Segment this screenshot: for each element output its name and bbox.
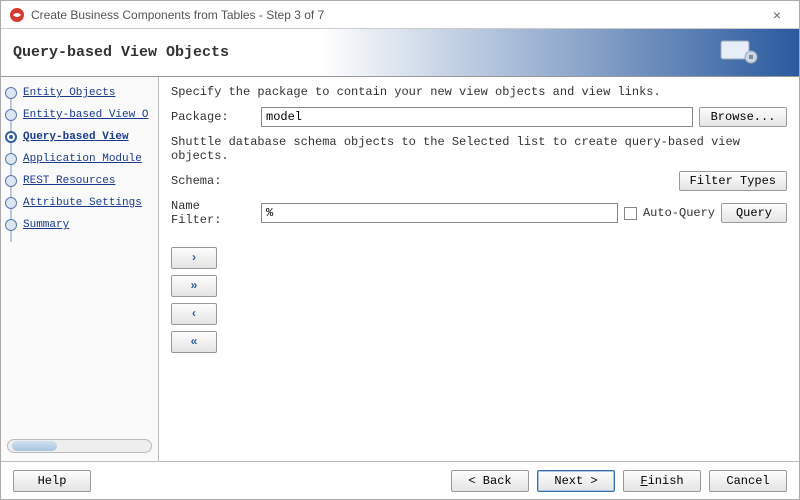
step-summary[interactable]: Summary [5, 219, 154, 231]
finish-tail: inish [648, 474, 684, 488]
step-dot-icon [5, 131, 17, 143]
step-dot-icon [5, 109, 17, 121]
double-chevron-left-icon: « [190, 335, 197, 349]
filter-types-button[interactable]: Filter Types [679, 171, 787, 191]
step-rest-resources[interactable]: REST Resources [5, 175, 154, 187]
step-dot-icon [5, 153, 17, 165]
step-dot-icon [5, 219, 17, 231]
banner: Query-based View Objects [1, 29, 799, 77]
shuttle-add-button[interactable]: › [171, 247, 217, 269]
description-2: Shuttle database schema objects to the S… [171, 135, 787, 163]
step-application-module[interactable]: Application Module [5, 153, 154, 165]
app-logo-icon [9, 7, 25, 23]
cancel-button[interactable]: Cancel [709, 470, 787, 492]
step-query-based-view[interactable]: Query-based View [5, 131, 154, 143]
name-filter-label: Name Filter: [171, 199, 255, 227]
step-link[interactable]: Attribute Settings [23, 197, 142, 209]
step-dot-icon [5, 197, 17, 209]
auto-query-checkbox[interactable] [624, 207, 637, 220]
step-entity-objects[interactable]: Entity Objects [5, 87, 154, 99]
back-button[interactable]: < Back [451, 470, 529, 492]
step-entity-based-view[interactable]: Entity-based View O [5, 109, 154, 121]
package-label: Package: [171, 110, 255, 124]
description-1: Specify the package to contain your new … [171, 85, 787, 99]
window-title: Create Business Components from Tables -… [31, 8, 763, 22]
finish-button[interactable]: Finish [623, 470, 701, 492]
titlebar: Create Business Components from Tables -… [1, 1, 799, 29]
close-icon[interactable]: × [763, 5, 791, 25]
sidebar-scrollbar[interactable] [7, 439, 152, 453]
wizard-steps-sidebar: Entity Objects Entity-based View O Query… [1, 77, 159, 461]
main-panel: Specify the package to contain your new … [159, 77, 799, 461]
query-button[interactable]: Query [721, 203, 787, 223]
double-chevron-right-icon: » [190, 279, 197, 293]
step-link[interactable]: Entity Objects [23, 87, 115, 99]
schema-label: Schema: [171, 174, 255, 188]
help-button[interactable]: Help [13, 470, 91, 492]
chevron-left-icon: ‹ [190, 307, 197, 321]
step-dot-icon [5, 87, 17, 99]
browse-button[interactable]: Browse... [699, 107, 787, 127]
step-link[interactable]: Entity-based View O [23, 109, 148, 121]
page-title: Query-based View Objects [13, 44, 229, 61]
chevron-right-icon: › [190, 251, 197, 265]
step-link[interactable]: Summary [23, 219, 69, 231]
shuttle-add-all-button[interactable]: » [171, 275, 217, 297]
step-link[interactable]: REST Resources [23, 175, 115, 187]
shuttle-remove-all-button[interactable]: « [171, 331, 217, 353]
package-input[interactable] [261, 107, 693, 127]
step-dot-icon [5, 175, 17, 187]
step-link[interactable]: Application Module [23, 153, 142, 165]
wizard-footer: Help < Back Next > Finish Cancel [1, 461, 799, 499]
next-button[interactable]: Next > [537, 470, 615, 492]
wizard-banner-icon [719, 37, 759, 65]
step-attribute-settings[interactable]: Attribute Settings [5, 197, 154, 209]
shuttle-remove-button[interactable]: ‹ [171, 303, 217, 325]
auto-query-label: Auto-Query [643, 206, 715, 220]
scrollbar-thumb[interactable] [12, 441, 57, 451]
name-filter-input[interactable] [261, 203, 618, 223]
step-link[interactable]: Query-based View [23, 131, 129, 143]
shuttle-controls: › » ‹ « [171, 247, 787, 353]
